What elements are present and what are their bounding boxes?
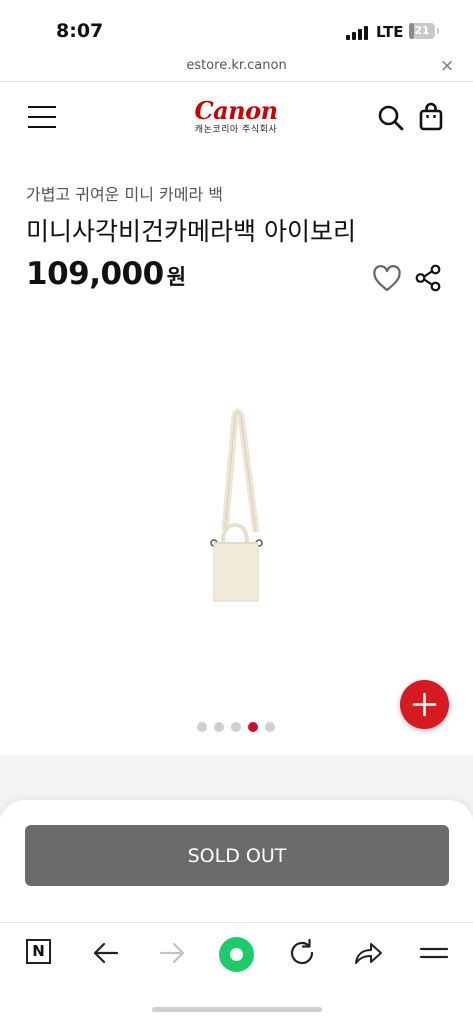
reload-icon[interactable] [286, 937, 318, 969]
gallery-dot[interactable] [248, 722, 258, 732]
arrow-right-icon[interactable] [156, 937, 188, 969]
url-bar[interactable]: estore.kr.canon × [0, 56, 473, 80]
network-label: LTE [376, 23, 404, 41]
battery-nub [437, 28, 439, 34]
product-image[interactable] [196, 400, 276, 610]
share-arrow-icon[interactable] [352, 937, 384, 969]
status-bar: 8:07 LTE 21 [0, 0, 473, 56]
battery-level: 21 [414, 24, 430, 37]
battery-icon: 21 [409, 23, 435, 39]
logo-text: Canon [194, 96, 278, 125]
gallery-dot[interactable] [265, 722, 275, 732]
product-price: 109,000 원 [26, 256, 186, 292]
gallery-dot[interactable] [231, 722, 241, 732]
home-indicator [152, 1007, 322, 1012]
gallery-dots [197, 722, 277, 734]
arrow-left-icon[interactable] [90, 937, 122, 969]
signal-icon [346, 26, 370, 40]
logo-subtext: 캐논코리아 주식회사 [194, 125, 278, 135]
heart-icon[interactable] [372, 265, 402, 293]
product-subtitle: 가볍고 귀여운 미니 카메라 백 [26, 185, 223, 204]
product-name: 미니사각비건카메라백 아이보리 [26, 217, 356, 246]
price-currency: 원 [166, 265, 187, 289]
share-icon[interactable] [414, 263, 442, 293]
canon-logo[interactable]: Canon 캐논코리아 주식회사 [186, 98, 286, 136]
browser-toolbar: N [0, 922, 473, 1025]
price-amount: 109,000 [26, 256, 164, 292]
search-icon[interactable] [377, 104, 405, 132]
close-icon[interactable]: × [440, 56, 454, 76]
n-icon[interactable]: N [26, 939, 51, 964]
green-circle-icon[interactable] [219, 937, 254, 972]
menu-icon[interactable] [418, 937, 450, 969]
gallery-dot[interactable] [197, 722, 207, 732]
shopping-bag-icon[interactable] [417, 102, 445, 132]
status-time: 8:07 [56, 20, 104, 42]
hamburger-icon[interactable] [28, 106, 56, 128]
gallery-dot[interactable] [214, 722, 224, 732]
url-text[interactable]: estore.kr.canon [0, 58, 473, 73]
site-header: Canon 캐논코리아 주식회사 [0, 82, 473, 152]
sold-out-button[interactable]: SOLD OUT [25, 825, 449, 886]
plus-icon[interactable] [400, 680, 449, 729]
